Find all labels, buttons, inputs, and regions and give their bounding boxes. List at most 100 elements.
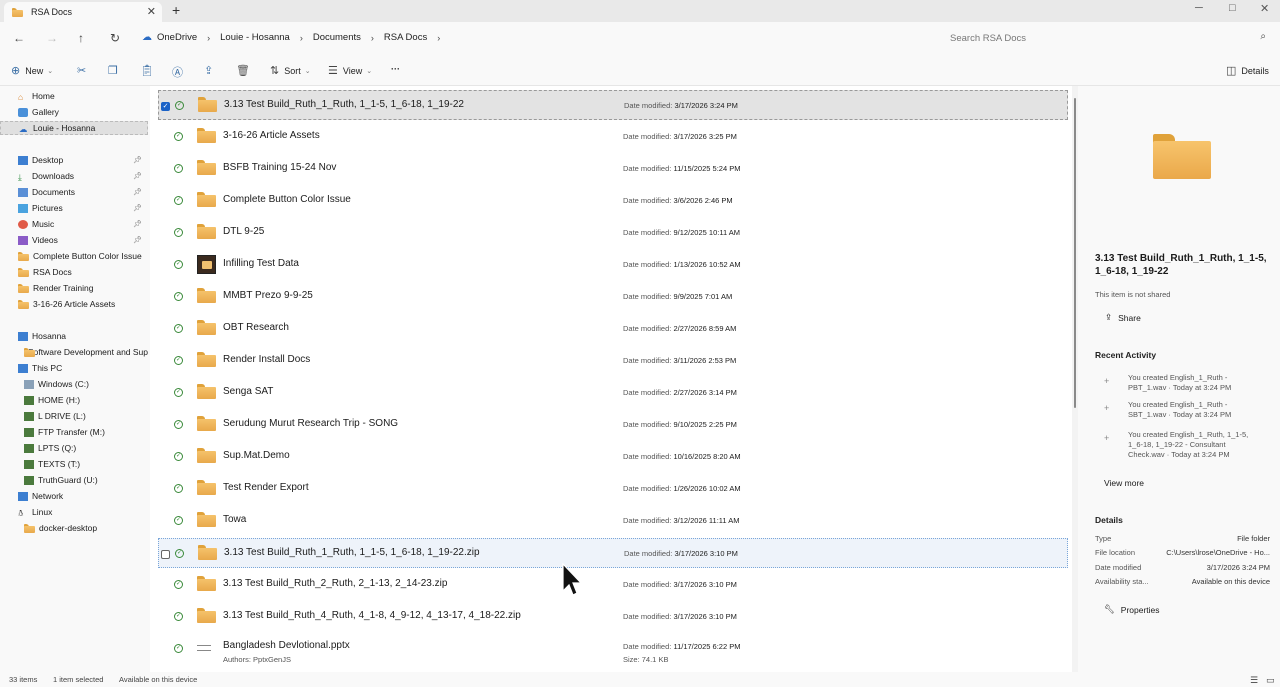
table-row[interactable]: ✓ BSFB Training 15-24 Nov Date modified:… [158,154,1068,184]
view-button[interactable]: ☰ View ⌄ [328,64,372,77]
sidebar-item-music[interactable]: Music 📌︎ [0,217,148,231]
back-button[interactable]: ← [13,31,25,45]
pin-icon[interactable]: 📌︎ [133,204,142,212]
sidebar-item-desktop[interactable]: Desktop 📌︎ [0,153,148,167]
sidebar-item-network[interactable]: Network [0,489,148,503]
date-label: Date modified: [623,516,672,525]
list-view-icon[interactable]: ☰ [1250,675,1258,686]
more-options-button[interactable]: ··· [391,64,400,74]
table-row[interactable]: ✓ 3.13 Test Build_Ruth_2_Ruth, 2_1-13, 2… [158,570,1068,600]
sidebar-item-documents[interactable]: Documents 📌︎ [0,185,148,199]
sidebar-item-windows-c[interactable]: Windows (C:) [0,377,148,391]
sidebar-item-home[interactable]: ⌂ Home [0,89,148,103]
clipboard-icon: 📋︎ [140,65,154,77]
table-row[interactable]: ✓ ✓ 3.13 Test Build_Ruth_1_Ruth, 1_1-5, … [158,90,1068,120]
sidebar-item-videos[interactable]: Videos 📌︎ [0,233,148,247]
row-checkbox[interactable] [161,550,170,559]
close-window-button[interactable]: ✕ [1260,2,1269,15]
sidebar-item-linux[interactable]: 🐧︎ Linux [0,505,148,519]
sidebar-item-docker-desktop[interactable]: docker-desktop [0,521,148,535]
table-row[interactable]: ✓ Render Install Docs Date modified: 3/1… [158,346,1068,376]
sidebar-item-louie-hosanna[interactable]: ☁ Louie - Hosanna [0,121,148,135]
minimize-button[interactable]: ─ [1195,2,1203,14]
table-row[interactable]: ✓ 3.13 Test Build_Ruth_4_Ruth, 4_1-8, 4_… [158,602,1068,632]
table-row[interactable]: ✓ OBT Research Date modified: 2/27/2026 … [158,314,1068,344]
sidebar-item-ftp-transfer[interactable]: FTP Transfer (M:) [0,425,148,439]
sidebar-item-texts[interactable]: TEXTS (T:) [0,457,148,471]
sidebar-item-render-training[interactable]: Render Training [0,281,148,295]
rename-button[interactable]: Ⓐ [172,64,188,80]
tiles-view-icon[interactable]: ▭ [1266,675,1275,686]
tab-close-icon[interactable]: ✕ [147,5,156,18]
sidebar-item-gallery[interactable]: Gallery [0,105,148,119]
sort-button[interactable]: ⇅ Sort ⌄ [270,64,311,77]
table-row[interactable]: ✓ Complete Button Color Issue Date modif… [158,186,1068,216]
table-row[interactable]: ✓ Bangladesh Devlotional.pptx Authors: P… [158,634,1068,668]
pin-icon[interactable]: 📌︎ [133,220,142,228]
sidebar-item-lpts[interactable]: LPTS (Q:) [0,441,148,455]
maximize-button[interactable]: □ [1229,2,1236,14]
table-row[interactable]: ✓ Senga SAT Date modified: 2/27/2026 3:1… [158,378,1068,408]
copy-button[interactable]: ❐ [108,64,123,77]
chevron-right-icon[interactable]: › [300,33,303,43]
details-pane-button[interactable]: ◫ Details [1226,64,1269,77]
cut-button[interactable]: ✂ [77,64,91,77]
table-row[interactable]: ✓ MMBT Prezo 9-9-25 Date modified: 9/9/2… [158,282,1068,312]
folder-icon [18,251,29,261]
paste-button[interactable]: 📋︎ [140,64,159,77]
share-button[interactable]: ⇪ [204,64,218,77]
table-row[interactable]: ✓ Test Render Export Date modified: 1/26… [158,474,1068,504]
search-input[interactable]: Search RSA Docs ⌕ [942,27,1272,49]
sidebar-item-software-development[interactable]: Software Development and Sup [0,345,148,359]
vertical-scrollbar[interactable] [1074,98,1076,408]
pin-icon[interactable]: 📌︎ [133,172,142,180]
date-label: Date modified: [623,196,672,205]
sidebar-item-pictures[interactable]: Pictures 📌︎ [0,201,148,215]
sidebar-item-hosanna[interactable]: Hosanna [0,329,148,343]
breadcrumb-onedrive[interactable]: OneDrive [157,32,197,43]
pin-icon[interactable]: 📌︎ [133,188,142,196]
chevron-right-icon[interactable]: › [207,33,210,43]
chevron-right-icon[interactable]: › [437,33,440,43]
sidebar-item-downloads[interactable]: ⤓ Downloads 📌︎ [0,169,148,183]
properties-button[interactable]: 🔧︎ Properties [1104,604,1160,615]
title-bar: RSA Docs ✕ + ─ □ ✕ [0,0,1280,22]
refresh-button[interactable]: ↻ [110,31,120,45]
new-tab-button[interactable]: + [172,2,180,18]
new-button[interactable]: ⊕ New ⌄ [11,64,53,77]
sidebar-item-rsa-docs[interactable]: RSA Docs [0,265,148,279]
table-row[interactable]: ✓ Towa Date modified: 3/12/2026 11:11 AM [158,506,1068,536]
table-row[interactable]: ✓ Sup.Mat.Demo Date modified: 10/16/2025… [158,442,1068,472]
activity-text: You created English_1_Ruth, 1_1-5, 1_6-1… [1128,430,1249,459]
trash-icon: 🗑︎ [236,65,250,77]
breadcrumb-rsa-docs[interactable]: RSA Docs [384,32,427,43]
file-name: 3.13 Test Build_Ruth_1_Ruth, 1_1-5, 1_6-… [224,99,464,110]
share-button[interactable]: ⇪ Share [1105,312,1141,323]
table-row[interactable]: ✓ DTL 9-25 Date modified: 9/12/2025 10:1… [158,218,1068,248]
forward-button[interactable]: → [46,31,58,45]
table-row[interactable]: ✓ 3-16-26 Article Assets Date modified: … [158,122,1068,152]
up-button[interactable]: ↑ [78,31,84,45]
chevron-right-icon[interactable]: › [371,33,374,43]
sidebar-item-3-16-26-article-assets[interactable]: 3-16-26 Article Assets [0,297,148,311]
tab-rsa-docs[interactable]: RSA Docs ✕ [4,2,162,22]
pin-icon[interactable]: 📌︎ [133,236,142,244]
view-more-link[interactable]: View more [1104,478,1144,488]
delete-button[interactable]: 🗑︎ [236,64,255,77]
sidebar-item-this-pc[interactable]: This PC [0,361,148,375]
table-row[interactable]: ✓ Infilling Test Data Date modified: 1/1… [158,250,1068,280]
pin-icon[interactable]: 📌︎ [133,156,142,164]
folder-icon [197,448,216,463]
table-row[interactable]: ✓ Serudung Murut Research Trip - SONG Da… [158,410,1068,440]
breadcrumb-documents[interactable]: Documents [313,32,361,43]
sidebar-item-complete-button-color-issue[interactable]: Complete Button Color Issue [0,249,148,263]
selection-count: 1 item selected [53,675,104,684]
row-checkbox[interactable]: ✓ [161,102,170,111]
sidebar-item-truthguard[interactable]: TruthGuard (U:) [0,473,148,487]
search-icon[interactable]: ⌕ [1260,31,1266,42]
sidebar-item-l-drive[interactable]: L DRIVE (L:) [0,409,148,423]
breadcrumb-louie-hosanna[interactable]: Louie - Hosanna [220,32,290,43]
sidebar-item-home-h[interactable]: HOME (H:) [0,393,148,407]
view-icon: ☰ [328,65,338,77]
table-row[interactable]: ✓ 3.13 Test Build_Ruth_1_Ruth, 1_1-5, 1_… [158,538,1068,568]
